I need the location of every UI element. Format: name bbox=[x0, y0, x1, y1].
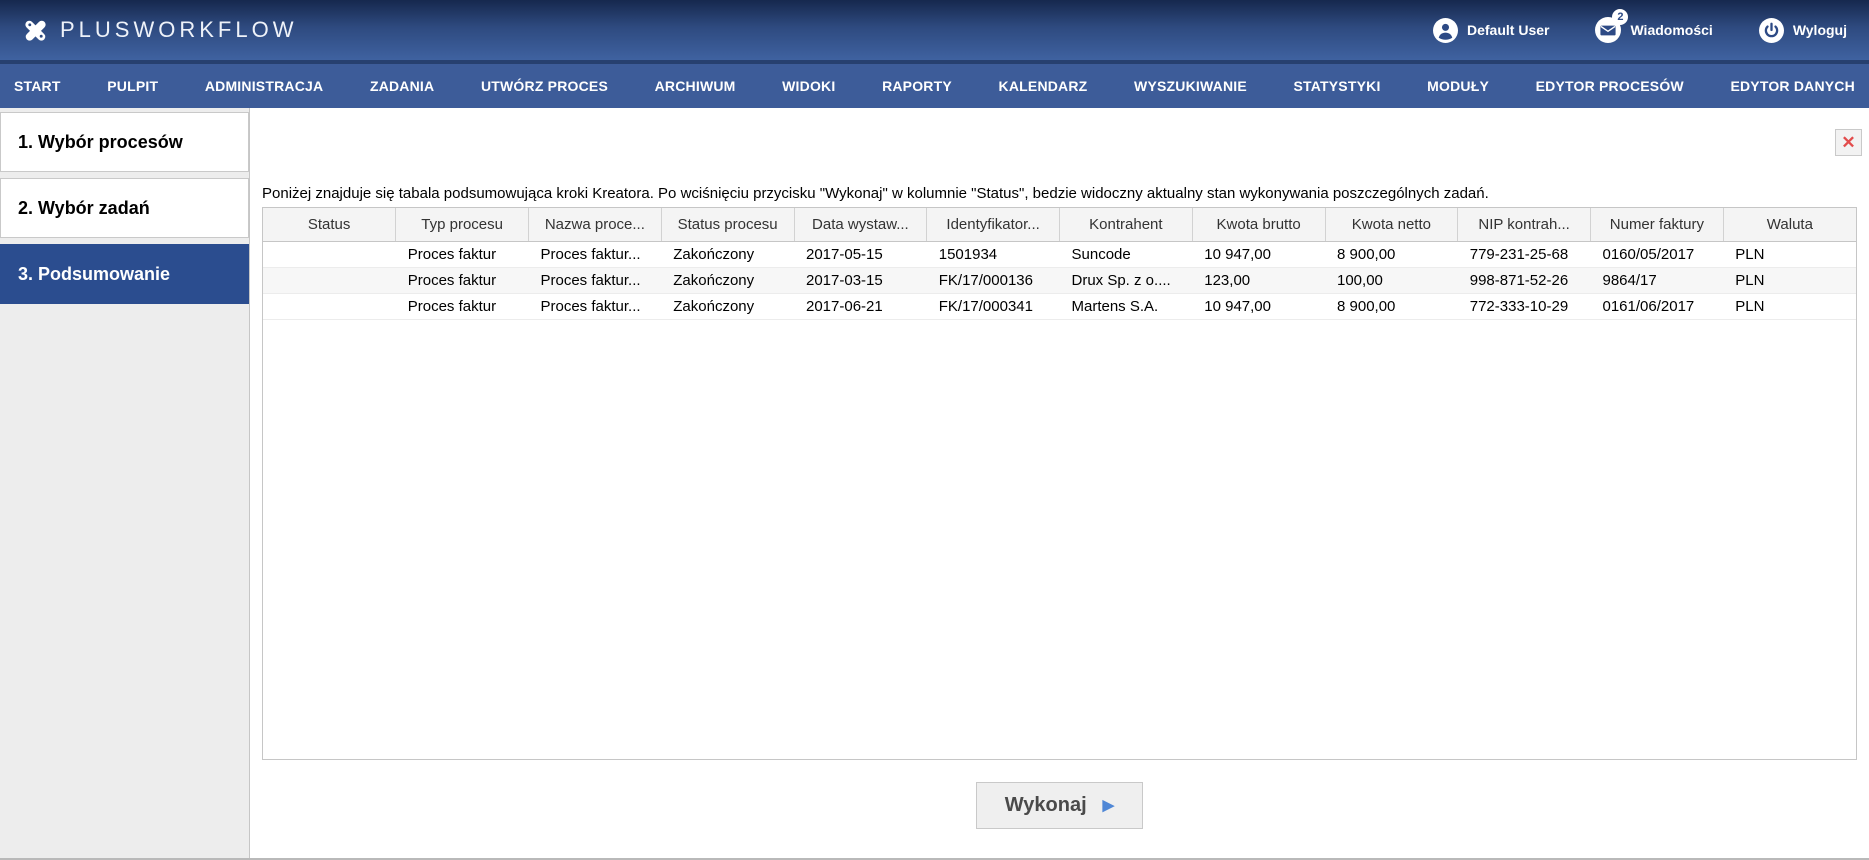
sidebar-step-1-wybor-procesow[interactable]: 1. Wybór procesów bbox=[0, 112, 249, 172]
table-row: Proces faktur Proces faktur... Zakończony 2… bbox=[263, 241, 1856, 268]
table-cell: Suncode bbox=[1059, 241, 1193, 268]
table-row: Proces faktur Proces faktur... Zakończony 2… bbox=[263, 267, 1856, 294]
column-header-kwota-netto: Kwota netto bbox=[1325, 208, 1459, 242]
table-cell: 0161/06/2017 bbox=[1590, 293, 1724, 320]
messages-label: Wiadomości bbox=[1630, 22, 1713, 38]
column-header-kwota-brutto: Kwota brutto bbox=[1192, 208, 1326, 242]
table-row: Proces faktur Proces faktur... Zakończony 2… bbox=[263, 293, 1856, 320]
messages-button[interactable]: 2 Wiadomości bbox=[1595, 9, 1713, 43]
table-cell bbox=[263, 241, 396, 268]
table-cell: FK/17/000341 bbox=[926, 293, 1060, 320]
table-cell: Proces faktur... bbox=[528, 293, 662, 320]
table-cell: 10 947,00 bbox=[1192, 293, 1325, 320]
user-menu[interactable]: Default User bbox=[1433, 17, 1550, 43]
nav-item-utworz-proces[interactable]: UTWÓRZ PROCES bbox=[481, 78, 608, 94]
button-row: Wykonaj ▶ bbox=[262, 782, 1857, 829]
table-cell: PLN bbox=[1723, 241, 1856, 268]
column-header-data-wystaw: Data wystaw... bbox=[794, 208, 928, 242]
table-cell: PLN bbox=[1723, 293, 1856, 320]
header-actions: Default User 2 Wiadomości Wyloguj bbox=[1433, 9, 1847, 43]
execute-button-label: Wykonaj bbox=[1004, 794, 1087, 816]
power-icon bbox=[1758, 17, 1784, 43]
summary-table: Status Typ procesu Nazwa proce... Status pr… bbox=[263, 208, 1856, 320]
table-cell: 8 900,00 bbox=[1325, 241, 1458, 268]
logout-button[interactable]: Wyloguj bbox=[1758, 17, 1847, 43]
nav-item-widoki[interactable]: WIDOKI bbox=[782, 78, 835, 94]
user-label: Default User bbox=[1467, 22, 1550, 38]
column-header-nip-kontrah: NIP kontrah... bbox=[1457, 208, 1591, 242]
table-cell: Proces faktur bbox=[395, 241, 529, 268]
table-cell: Proces faktur bbox=[395, 267, 529, 294]
table-cell: 1501934 bbox=[926, 241, 1060, 268]
nav-item-pulpit[interactable]: PULPIT bbox=[107, 78, 158, 94]
wizard-steps-sidebar: 1. Wybór procesów 2. Wybór zadań 3. Podsum… bbox=[0, 108, 250, 858]
table-cell: FK/17/000136 bbox=[926, 267, 1060, 294]
envelope-icon: 2 bbox=[1595, 9, 1629, 43]
column-header-typ-procesu: Typ procesu bbox=[395, 208, 529, 242]
table-cell: 10 947,00 bbox=[1192, 241, 1325, 268]
main-content: ✕ Poniżej znajduje się tabala podsumowuj… bbox=[250, 108, 1869, 858]
column-header-numer-faktury: Numer faktury bbox=[1590, 208, 1724, 242]
nav-item-administracja[interactable]: ADMINISTRACJA bbox=[205, 78, 324, 94]
table-cell: Drux Sp. z o.... bbox=[1059, 267, 1193, 294]
table-cell: 100,00 bbox=[1325, 267, 1458, 294]
user-icon bbox=[1433, 17, 1458, 43]
nav-item-edytor-danych[interactable]: EDYTOR DANYCH bbox=[1730, 78, 1854, 94]
nav-item-archiwum[interactable]: ARCHIWUM bbox=[655, 78, 736, 94]
close-icon[interactable]: ✕ bbox=[1835, 129, 1862, 156]
nav-item-kalendarz[interactable]: KALENDARZ bbox=[999, 78, 1088, 94]
column-header-waluta: Waluta bbox=[1723, 208, 1856, 242]
logout-label: Wyloguj bbox=[1792, 22, 1847, 38]
table-cell: Proces faktur bbox=[395, 293, 529, 320]
table-cell: Zakończony bbox=[661, 241, 794, 268]
messages-badge: 2 bbox=[1612, 9, 1629, 25]
nav-item-edytor-procesow[interactable]: EDYTOR PROCESÓW bbox=[1536, 78, 1684, 94]
table-body: Proces faktur Proces faktur... Zakończony 2… bbox=[263, 241, 1856, 320]
logo-icon bbox=[22, 17, 49, 44]
top-header: PLUSWORKFLOW Default User 2 Wiadomości W… bbox=[0, 0, 1869, 60]
table-cell: 2017-05-15 bbox=[794, 241, 927, 268]
nav-item-statystyki[interactable]: STATYSTYKI bbox=[1294, 78, 1381, 94]
table-cell bbox=[263, 267, 396, 294]
table-cell: 998-871-52-26 bbox=[1457, 267, 1591, 294]
nav-item-moduly[interactable]: MODUŁY bbox=[1427, 78, 1489, 94]
table-cell: Proces faktur... bbox=[528, 241, 662, 268]
nav-item-start[interactable]: START bbox=[14, 78, 61, 94]
table-cell: PLN bbox=[1723, 267, 1856, 294]
execute-button[interactable]: Wykonaj ▶ bbox=[975, 782, 1144, 829]
table-cell: 9864/17 bbox=[1590, 267, 1724, 294]
nav-item-raporty[interactable]: RAPORTY bbox=[882, 78, 952, 94]
wizard-description: Poniżej znajduje się tabala podsumowując… bbox=[262, 185, 1489, 202]
column-header-nazwa-proce: Nazwa proce... bbox=[528, 208, 662, 242]
play-icon: ▶ bbox=[1102, 797, 1115, 814]
table-cell: Zakończony bbox=[661, 267, 794, 294]
sidebar-step-3-podsumowanie[interactable]: 3. Podsumowanie bbox=[0, 244, 249, 304]
table-cell: 2017-06-21 bbox=[794, 293, 927, 320]
table-header-row: Status Typ procesu Nazwa proce... Status pr… bbox=[263, 208, 1856, 242]
column-header-identyfikator: Identyfikator... bbox=[926, 208, 1060, 242]
table-cell: 2017-03-15 bbox=[794, 267, 927, 294]
table-cell: 779-231-25-68 bbox=[1457, 241, 1591, 268]
column-header-status-procesu: Status procesu bbox=[661, 208, 795, 242]
nav-item-wyszukiwanie[interactable]: WYSZUKIWANIE bbox=[1134, 78, 1247, 94]
table-cell: Zakończony bbox=[661, 293, 794, 320]
table-cell bbox=[263, 293, 396, 320]
nav-item-zadania[interactable]: ZADANIA bbox=[370, 78, 434, 94]
column-header-status: Status bbox=[263, 208, 397, 242]
table-cell: 772-333-10-29 bbox=[1457, 293, 1591, 320]
table-cell: 123,00 bbox=[1192, 267, 1325, 294]
table-cell: Martens S.A. bbox=[1059, 293, 1193, 320]
table-cell: Proces faktur... bbox=[528, 267, 662, 294]
column-header-kontrahent: Kontrahent bbox=[1059, 208, 1193, 242]
main-nav: START PULPIT ADMINISTRACJA ZADANIA UTWÓRZ PR… bbox=[0, 60, 1869, 108]
summary-table-container: Status Typ procesu Nazwa proce... Status pr… bbox=[262, 207, 1857, 760]
app-logo[interactable]: PLUSWORKFLOW bbox=[22, 17, 297, 44]
sidebar-step-2-wybor-zadan[interactable]: 2. Wybór zadań bbox=[0, 178, 249, 238]
table-cell: 0160/05/2017 bbox=[1590, 241, 1724, 268]
page-body: 1. Wybór procesów 2. Wybór zadań 3. Podsum… bbox=[0, 108, 1869, 860]
logo-text: PLUSWORKFLOW bbox=[60, 17, 298, 42]
table-cell: 8 900,00 bbox=[1325, 293, 1458, 320]
